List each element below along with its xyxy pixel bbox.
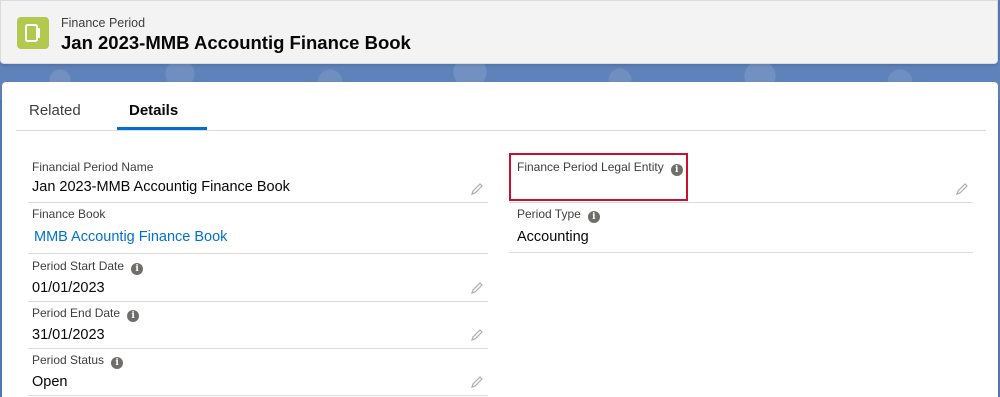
- page: Finance Period Jan 2023-MMB Accountig Fi…: [0, 0, 1000, 397]
- field-label: Period Type i: [517, 207, 600, 223]
- field-period-start-date: Period Start Date i 01/01/2023: [28, 259, 488, 302]
- info-icon[interactable]: i: [111, 357, 124, 369]
- edit-pencil-icon[interactable]: [955, 182, 969, 196]
- tab-related[interactable]: Related: [29, 102, 81, 119]
- field-label: Finance Book: [32, 207, 106, 221]
- finance-book-link[interactable]: MMB Accountig Finance Book: [34, 229, 227, 245]
- info-icon[interactable]: i: [127, 310, 140, 322]
- active-tab-indicator: [117, 127, 207, 130]
- field-finance-period-legal-entity: Finance Period Legal Entity i: [509, 160, 973, 203]
- field-label: Finance Period Legal Entity i: [517, 160, 683, 176]
- field-value: 31/01/2023: [32, 327, 105, 343]
- edit-pencil-icon[interactable]: [470, 182, 484, 196]
- info-icon[interactable]: i: [131, 263, 144, 275]
- object-type-label: Finance Period: [61, 16, 146, 30]
- field-label: Period Start Date i: [32, 259, 144, 275]
- field-label: Period End Date i: [32, 306, 140, 322]
- field-period-type: Period Type i Accounting: [509, 207, 973, 253]
- field-label: Financial Period Name: [32, 160, 154, 174]
- edit-pencil-icon[interactable]: [470, 375, 484, 389]
- field-financial-period-name: Financial Period Name Jan 2023-MMB Accou…: [28, 160, 488, 203]
- field-label: Period Status i: [32, 353, 124, 369]
- field-period-status: Period Status i Open: [28, 353, 488, 396]
- record-header: Finance Period Jan 2023-MMB Accountig Fi…: [0, 0, 998, 64]
- info-icon[interactable]: i: [587, 211, 600, 223]
- tab-details[interactable]: Details: [129, 102, 178, 119]
- record-title: Jan 2023-MMB Accountig Finance Book: [61, 32, 411, 53]
- edit-pencil-icon[interactable]: [470, 328, 484, 342]
- field-value: 01/01/2023: [32, 280, 105, 296]
- field-value: Jan 2023-MMB Accountig Finance Book: [32, 179, 290, 195]
- field-value: Open: [32, 374, 68, 390]
- finance-period-icon: [17, 17, 49, 49]
- edit-pencil-icon[interactable]: [470, 281, 484, 295]
- info-icon[interactable]: i: [670, 164, 683, 176]
- field-period-end-date: Period End Date i 31/01/2023: [28, 306, 488, 349]
- field-finance-book: Finance Book MMB Accountig Finance Book: [28, 207, 488, 254]
- tab-bar: Related Details: [16, 82, 986, 131]
- field-value: Accounting: [517, 229, 589, 245]
